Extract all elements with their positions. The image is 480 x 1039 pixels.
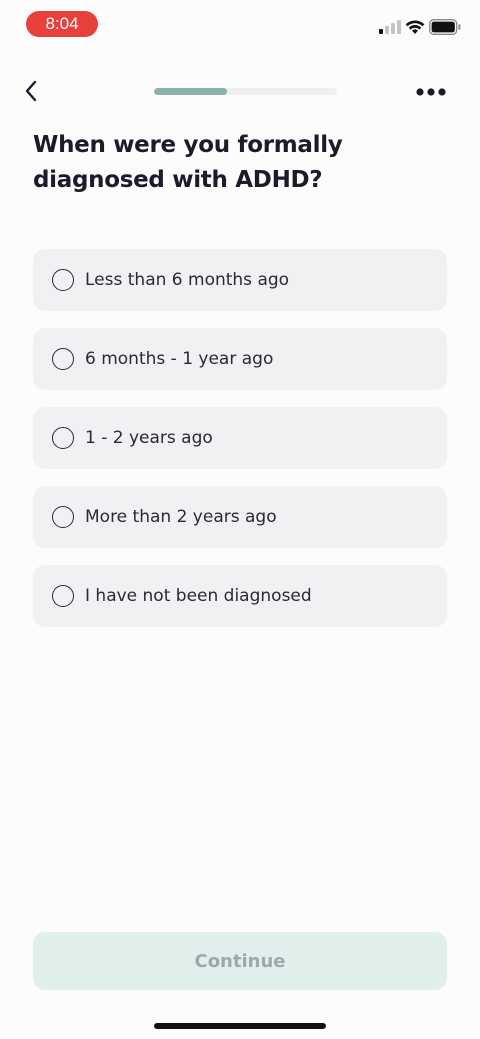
more-options-button[interactable] (413, 80, 449, 104)
back-button[interactable] (16, 76, 46, 106)
question-title: When were you formally diagnosed with AD… (33, 132, 343, 193)
option-label: 6 months - 1 year ago (85, 349, 274, 369)
radio-button[interactable] (52, 585, 74, 607)
option-label: 1 - 2 years ago (85, 428, 213, 448)
option-label: Less than 6 months ago (85, 270, 290, 290)
answer-options: Less than 6 months ago 6 months - 1 year… (33, 249, 447, 644)
continue-button[interactable]: Continue (33, 932, 447, 990)
battery-icon (429, 19, 461, 35)
radio-button[interactable] (52, 427, 74, 449)
progress-bar (154, 88, 337, 95)
option-less-than-6-months[interactable]: Less than 6 months ago (33, 249, 447, 311)
home-indicator (154, 1023, 326, 1029)
option-1-2-years[interactable]: 1 - 2 years ago (33, 407, 447, 469)
radio-button[interactable] (52, 506, 74, 528)
option-more-than-2-years[interactable]: More than 2 years ago (33, 486, 447, 548)
option-not-diagnosed[interactable]: I have not been diagnosed (33, 565, 447, 627)
status-time-badge: 8:04 (26, 11, 98, 37)
more-horizontal-icon (416, 88, 446, 96)
option-6-months-1-year[interactable]: 6 months - 1 year ago (33, 328, 447, 390)
wifi-icon (405, 20, 425, 34)
chevron-left-icon (25, 80, 37, 102)
status-time: 8:04 (45, 14, 79, 33)
radio-button[interactable] (52, 269, 74, 291)
signal-icon (379, 20, 401, 34)
progress-fill (154, 88, 228, 95)
screen: 8:04 When were you formally diagnosed wi… (0, 0, 480, 1039)
option-label: More than 2 years ago (85, 507, 277, 527)
option-label: I have not been diagnosed (85, 586, 312, 606)
radio-button[interactable] (52, 348, 74, 370)
